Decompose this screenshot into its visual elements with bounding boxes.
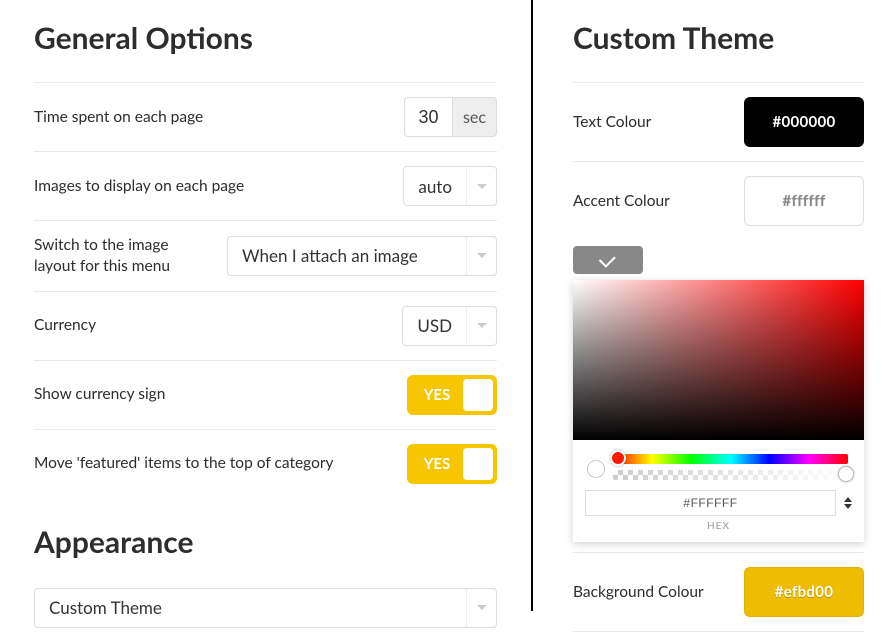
custom-theme-panel: Custom Theme Text Colour #000000 Accent … (533, 0, 894, 611)
switch-layout-row: Switch to the image layout for this menu… (34, 220, 497, 291)
confirm-colour-button[interactable] (573, 246, 643, 274)
check-icon (599, 251, 616, 268)
images-per-page-row: Images to display on each page auto (34, 151, 497, 220)
images-per-page-value: auto (404, 167, 466, 205)
appearance-heading: Appearance (34, 524, 497, 560)
switch-layout-label: Switch to the image layout for this menu (34, 235, 214, 277)
background-colour-swatch[interactable]: #efbd00 (744, 567, 864, 617)
colour-preview-circle (587, 460, 605, 478)
theme-select-value: Custom Theme (35, 589, 466, 627)
hex-format-label: HEX (573, 520, 864, 532)
switch-layout-select[interactable]: When I attach an image (227, 236, 497, 276)
toggle-knob (463, 448, 493, 480)
background-colour-label: Background Colour (573, 582, 704, 603)
format-cycle-button[interactable] (844, 497, 852, 509)
hue-slider-thumb[interactable] (610, 450, 626, 466)
appearance-section: Appearance Custom Theme (34, 524, 497, 628)
show-currency-sign-toggle[interactable]: YES (407, 375, 497, 415)
accent-colour-swatch[interactable]: #ffffff (744, 176, 864, 226)
toggle-label: YES (411, 455, 463, 473)
chevron-down-icon (466, 589, 496, 627)
time-per-page-control: sec (404, 97, 497, 137)
alpha-slider-thumb[interactable] (838, 466, 854, 482)
time-per-page-input[interactable] (404, 97, 452, 137)
currency-select[interactable]: USD (402, 306, 497, 346)
alpha-slider[interactable] (613, 470, 848, 480)
text-colour-row: Text Colour #000000 (573, 82, 864, 161)
time-per-page-label: Time spent on each page (34, 107, 203, 128)
currency-value: USD (403, 307, 466, 345)
chevron-up-icon (844, 497, 852, 502)
colour-picker: HEX (573, 280, 864, 542)
featured-top-row: Move 'featured' items to the top of cate… (34, 429, 497, 498)
chevron-down-icon (466, 237, 496, 275)
toggle-knob (463, 379, 493, 411)
time-per-page-row: Time spent on each page sec (34, 82, 497, 151)
custom-theme-heading: Custom Theme (573, 20, 864, 56)
toggle-label: YES (411, 386, 463, 404)
images-per-page-select[interactable]: auto (403, 166, 497, 206)
show-currency-sign-label: Show currency sign (34, 384, 165, 405)
switch-layout-value: When I attach an image (228, 237, 466, 275)
accent-colour-row: Accent Colour #ffffff (573, 161, 864, 240)
chevron-down-icon (466, 307, 496, 345)
saturation-value-field[interactable] (573, 280, 864, 440)
general-options-panel: General Options Time spent on each page … (0, 0, 533, 611)
text-colour-label: Text Colour (573, 112, 651, 133)
accent-colour-label: Accent Colour (573, 191, 670, 212)
background-colour-row: Background Colour #efbd00 (573, 552, 864, 632)
hex-input[interactable] (585, 490, 836, 516)
featured-top-label: Move 'featured' items to the top of cate… (34, 453, 334, 474)
general-options-heading: General Options (34, 20, 497, 56)
currency-row: Currency USD (34, 291, 497, 360)
background-colour-value: #efbd00 (775, 583, 834, 601)
accent-colour-value: #ffffff (782, 192, 825, 210)
featured-top-toggle[interactable]: YES (407, 444, 497, 484)
show-currency-sign-row: Show currency sign YES (34, 360, 497, 429)
time-per-page-unit: sec (452, 97, 497, 137)
text-colour-value: #000000 (773, 113, 836, 131)
chevron-down-icon (844, 504, 852, 509)
currency-label: Currency (34, 315, 96, 336)
text-colour-swatch[interactable]: #000000 (744, 97, 864, 147)
hue-slider[interactable] (613, 454, 848, 464)
images-per-page-label: Images to display on each page (34, 176, 244, 197)
chevron-down-icon (466, 167, 496, 205)
theme-select-row: Custom Theme (34, 578, 497, 628)
theme-select[interactable]: Custom Theme (34, 588, 497, 628)
